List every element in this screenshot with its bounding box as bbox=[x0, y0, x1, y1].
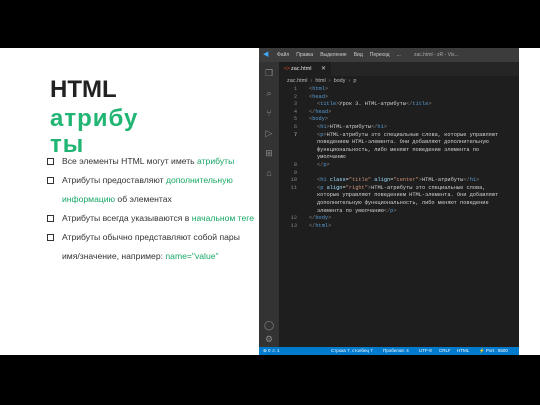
bottom-black-bar bbox=[0, 355, 540, 405]
bullet-list: Все элементы HTML могут иметь атрибуты Ат… bbox=[46, 152, 258, 266]
menu-item[interactable]: Правка bbox=[296, 52, 313, 58]
code-text: </head> bbox=[309, 108, 332, 115]
source-control-icon[interactable]: ⑂ bbox=[264, 108, 274, 118]
slide-title-line1: HTML bbox=[50, 76, 117, 103]
bullet-text-highlight: начальном теге bbox=[191, 213, 254, 223]
line-number: 9 bbox=[293, 169, 297, 176]
code-text: элемента по умолчанию</p> bbox=[317, 207, 397, 214]
indent-status[interactable]: Пробелов: 4 bbox=[383, 348, 409, 353]
menu-item[interactable]: Выделение bbox=[320, 52, 347, 58]
line-number: 12 bbox=[290, 215, 297, 222]
chevron-right-icon: › bbox=[310, 78, 313, 84]
code-text: </html> bbox=[309, 222, 332, 229]
eol-status[interactable]: CRLF bbox=[439, 348, 451, 353]
line-number: 11 bbox=[290, 184, 297, 191]
bullet-text-highlight: атрибуты bbox=[197, 156, 235, 166]
menu-item[interactable]: Переход bbox=[370, 52, 390, 58]
tab-label: zac.html bbox=[291, 66, 312, 72]
vscode-logo-icon: ◀ bbox=[263, 51, 269, 58]
bullet-item: Атрибуты предоставляют дополнительную ин… bbox=[46, 171, 258, 209]
line-number: 6 bbox=[293, 124, 297, 130]
cursor-position[interactable]: Строка 7, столбец 7 bbox=[331, 348, 373, 353]
line-number: 13 bbox=[290, 222, 297, 229]
menu-item[interactable]: Вид bbox=[354, 52, 363, 58]
settings-gear-icon[interactable]: ⚙ bbox=[264, 334, 274, 344]
line-number: 5 bbox=[293, 116, 297, 123]
menu-bar: Файл Правка Выделение Вид Переход... bbox=[277, 52, 408, 58]
activity-bar: ❐ ⌕ ⑂ ▷ ⊞ ⌂ ◯ ⚙ bbox=[259, 62, 279, 347]
checkbox-bullet-icon bbox=[47, 177, 54, 184]
code-text: <p>HTML-атрибуты это специальные слова, … bbox=[317, 131, 499, 138]
search-icon[interactable]: ⌕ bbox=[264, 88, 274, 98]
breadcrumb: zac.html › html › body › p bbox=[287, 78, 356, 84]
code-text: <p align="right">HTML-атрибуты это специ… bbox=[317, 184, 486, 191]
line-number: 7 bbox=[293, 131, 297, 138]
extensions-icon[interactable]: ⊞ bbox=[264, 148, 274, 158]
line-number: 1 bbox=[293, 86, 297, 92]
title-bar: ◀ Файл Правка Выделение Вид Переход... zac.h… bbox=[259, 48, 519, 62]
language-status[interactable]: HTML bbox=[457, 348, 469, 353]
code-text: поведением HTML-элемента. Они добавляют … bbox=[317, 139, 489, 146]
code-text: <title>Урок 3. HTML-атрибуты</title> bbox=[317, 101, 432, 108]
code-text: которые управляют поведением HTML-элемен… bbox=[317, 192, 499, 199]
explorer-icon[interactable]: ❐ bbox=[264, 68, 274, 78]
tab-zac-html[interactable]: <> zac.html ✕ bbox=[279, 62, 331, 76]
slide-title: HTML атрибуты bbox=[50, 78, 146, 158]
status-bar: ⊗ 0 ⚠ 1 Строка 7, столбец 7 Пробелов: 4 … bbox=[259, 347, 519, 355]
bullet-text-before: Все элементы HTML могут иметь bbox=[62, 156, 198, 166]
code-text: <h1 class="title" align="center">HTML-ат… bbox=[317, 177, 480, 184]
chevron-right-icon: › bbox=[328, 78, 331, 84]
line-number: 3 bbox=[293, 101, 297, 108]
line-number: 8 bbox=[293, 162, 297, 168]
code-text: <head> bbox=[309, 93, 329, 100]
close-icon[interactable]: ✕ bbox=[321, 65, 326, 72]
checkbox-bullet-icon bbox=[47, 215, 54, 222]
vscode-window: ◀ Файл Правка Выделение Вид Переход... zac.h… bbox=[259, 48, 519, 355]
slide-title-line2: атрибуты bbox=[50, 105, 139, 158]
breadcrumb-item[interactable]: p bbox=[353, 78, 356, 84]
line-number: 4 bbox=[293, 108, 297, 115]
tab-strip: <> zac.html ✕ bbox=[279, 62, 519, 76]
bullet-text-after: об элементах bbox=[115, 194, 172, 204]
code-text: дополнительную функциональность, либо ме… bbox=[317, 200, 489, 206]
bullet-text-before: Атрибуты предоставляют bbox=[62, 175, 166, 185]
menu-item[interactable]: ... bbox=[397, 52, 401, 58]
breadcrumb-item[interactable]: html bbox=[315, 78, 325, 84]
chevron-right-icon: › bbox=[348, 78, 351, 84]
live-server-status[interactable]: ⚡ Port : 5500 bbox=[479, 348, 508, 354]
code-text: <html> bbox=[309, 86, 329, 92]
bullet-text-before: Атрибуты всегда указываются в bbox=[62, 213, 192, 223]
checkbox-bullet-icon bbox=[47, 234, 54, 241]
breadcrumb-item[interactable]: body bbox=[334, 78, 346, 84]
line-number: 10 bbox=[290, 177, 297, 184]
code-text: </p> bbox=[317, 162, 330, 168]
bullet-text-highlight: name="value" bbox=[165, 251, 219, 261]
code-text: </body> bbox=[309, 215, 332, 222]
code-text: <h1>HTML-атрибуты</h1> bbox=[317, 124, 387, 130]
checkbox-bullet-icon bbox=[47, 158, 54, 165]
account-icon[interactable]: ◯ bbox=[264, 320, 274, 330]
top-black-bar bbox=[0, 0, 540, 48]
remote-icon[interactable]: ⌂ bbox=[264, 168, 274, 178]
code-text: <body> bbox=[309, 116, 329, 123]
problems-status[interactable]: ⊗ 0 ⚠ 1 bbox=[263, 348, 280, 354]
line-number: 2 bbox=[293, 93, 297, 100]
menu-item[interactable]: Файл bbox=[277, 52, 289, 58]
code-text: функциональность, либо меняют поведение … bbox=[317, 146, 480, 153]
code-text: умолчанию bbox=[317, 154, 346, 161]
window-title: zac.html - zR - Vis... bbox=[414, 52, 459, 58]
bullet-item: Атрибуты обычно представляют собой пары … bbox=[46, 228, 258, 266]
bullet-item: Все элементы HTML могут иметь атрибуты bbox=[46, 152, 258, 171]
run-debug-icon[interactable]: ▷ bbox=[264, 128, 274, 138]
html-file-icon: <> bbox=[284, 66, 290, 72]
breadcrumb-item[interactable]: zac.html bbox=[287, 78, 307, 84]
bullet-item: Атрибуты всегда указываются в начальном … bbox=[46, 209, 258, 228]
encoding-status[interactable]: UTF-8 bbox=[419, 348, 432, 353]
